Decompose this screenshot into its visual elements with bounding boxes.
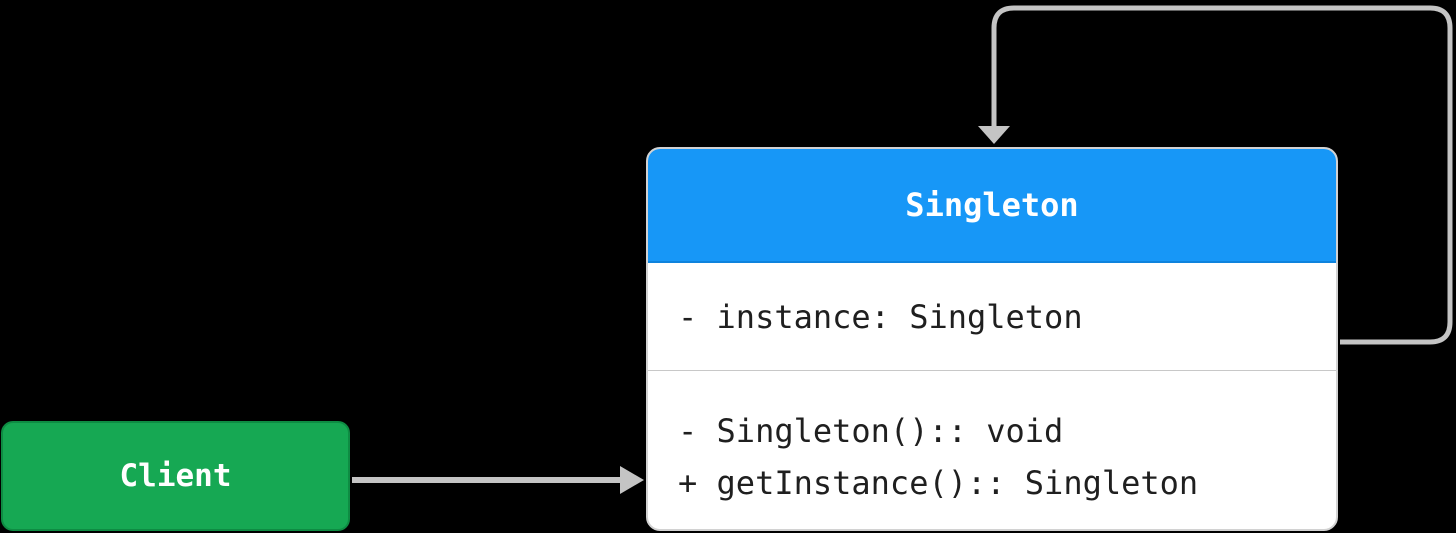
attributes-section: - instance: Singleton	[648, 263, 1336, 371]
singleton-class-name: Singleton	[905, 186, 1079, 224]
attribute-instance: - instance: Singleton	[678, 297, 1083, 336]
method-constructor: - Singleton():: void	[678, 412, 1064, 450]
singleton-class-box: Singleton - instance: Singleton - Single…	[646, 147, 1338, 531]
method-get-instance: + getInstance():: Singleton	[678, 464, 1199, 502]
client-box: Client	[1, 421, 350, 531]
singleton-class-header: Singleton	[648, 149, 1336, 263]
client-to-singleton-arrowhead	[620, 466, 644, 494]
methods-section: - Singleton():: void + getInstance():: S…	[648, 371, 1336, 509]
client-label: Client	[119, 458, 232, 494]
self-reference-arrowhead	[978, 126, 1010, 144]
